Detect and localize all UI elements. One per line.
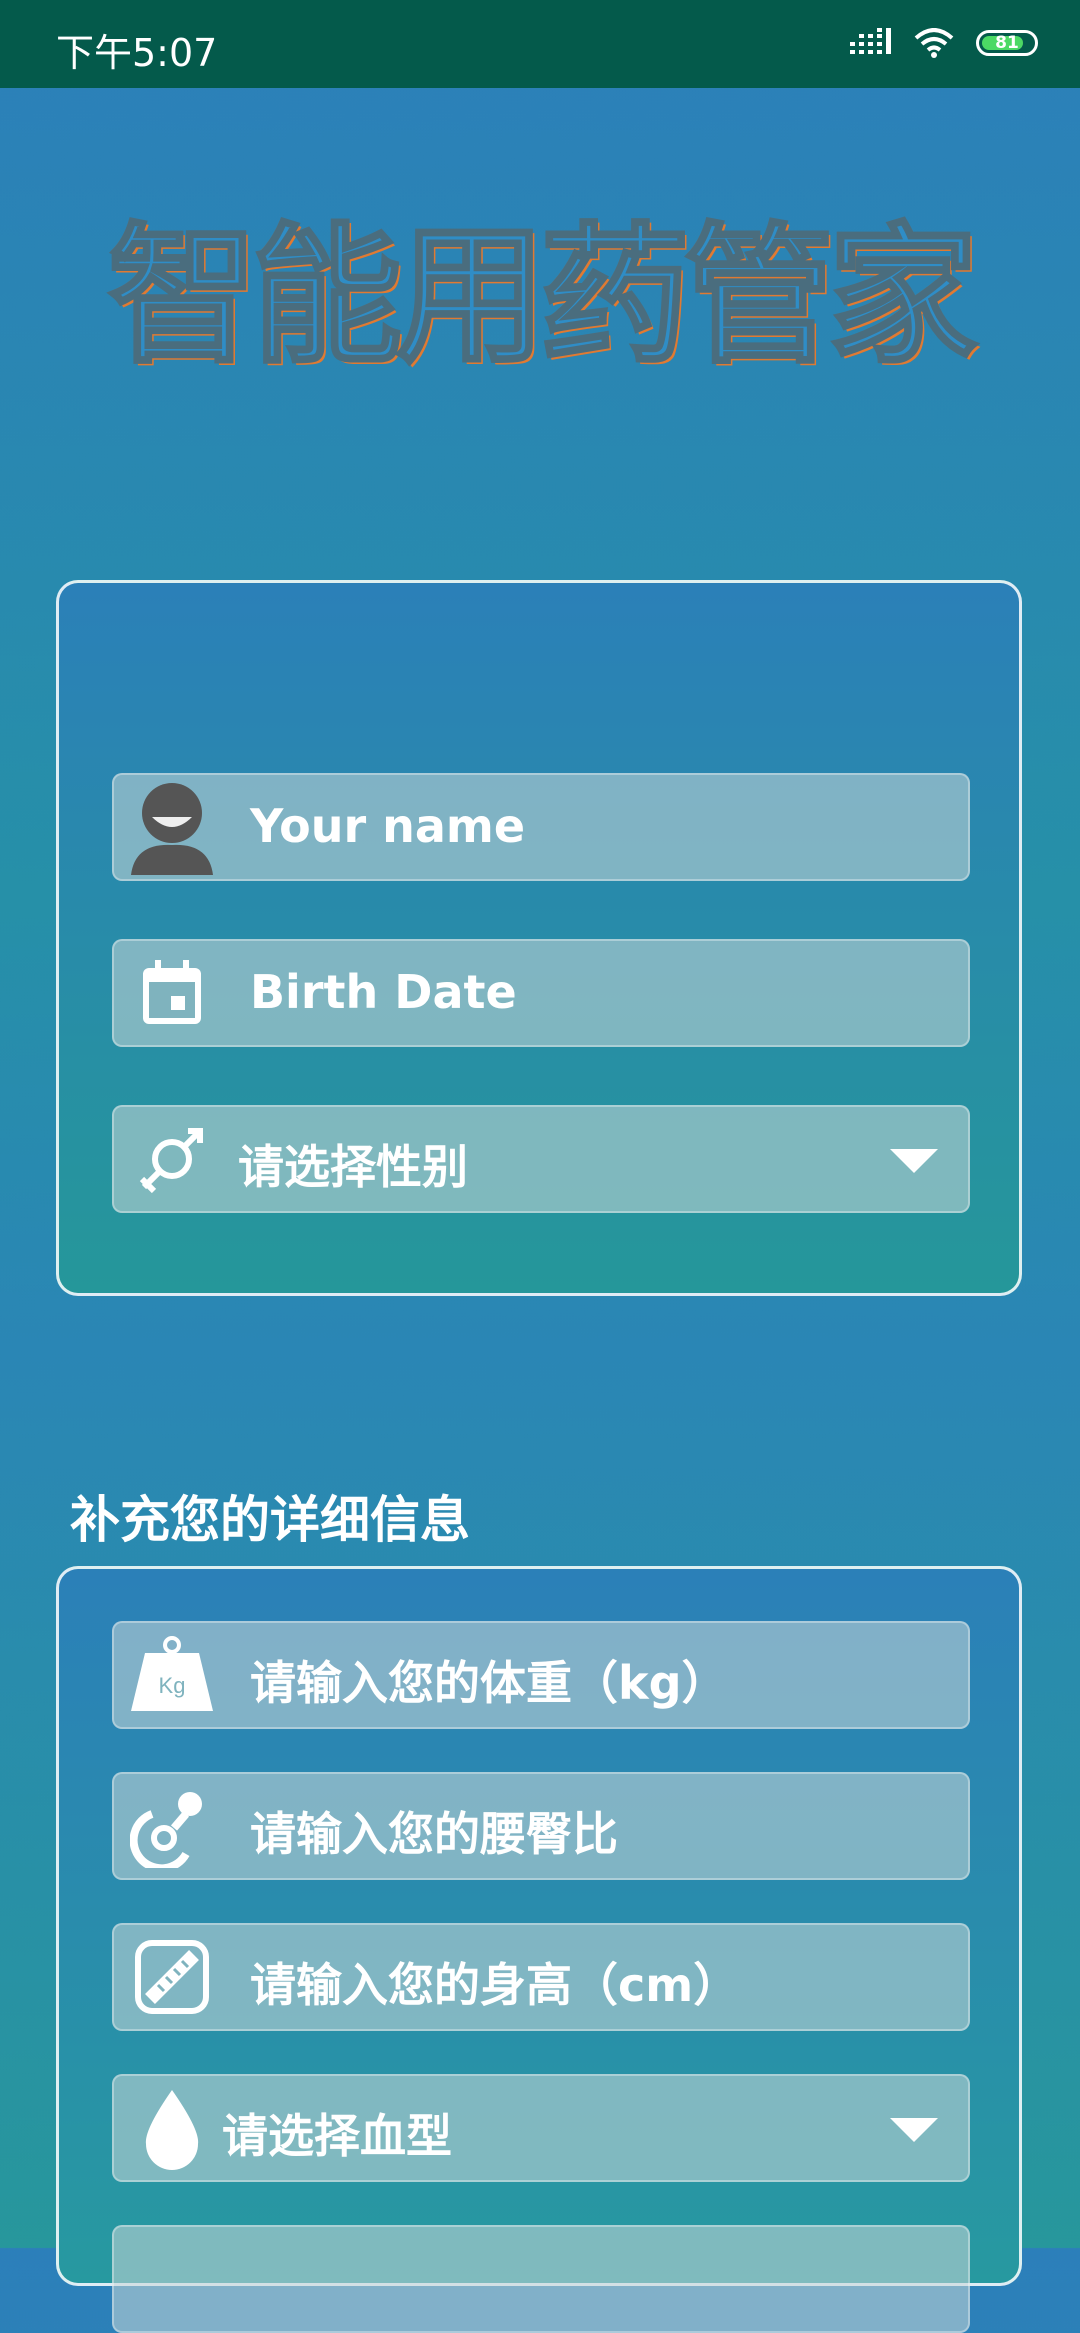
height-field[interactable]: 请输入您的身高（cm） — [112, 1923, 970, 2031]
battery-level: 81 — [995, 33, 1019, 53]
birth-date-input[interactable]: Birth Date — [250, 965, 517, 1019]
height-input[interactable]: 请输入您的身高（cm） — [250, 1949, 739, 2015]
ruler-icon — [124, 1929, 220, 2025]
name-field[interactable]: Your name — [112, 773, 970, 881]
person-icon — [124, 779, 220, 875]
gender-icon — [124, 1111, 220, 1207]
calendar-icon — [124, 945, 220, 1041]
basic-info-card: Your name Birth Date 请选择性别 — [56, 580, 1022, 1296]
pacifier-icon — [124, 1778, 220, 1874]
gender-select[interactable]: 请选择性别 — [112, 1105, 970, 1213]
signal-icon — [850, 28, 891, 54]
svg-text:Kg: Kg — [159, 1673, 186, 1698]
status-icons: 81 — [850, 28, 1038, 58]
wifi-icon — [914, 28, 954, 58]
weight-kg-icon: Kg — [124, 1627, 220, 1723]
waist-hip-field[interactable]: 请输入您的腰臀比 — [112, 1772, 970, 1880]
weight-input[interactable]: 请输入您的体重（kg） — [250, 1647, 728, 1713]
chevron-down-icon — [890, 2118, 938, 2142]
status-bar: 下午5:07 81 — [0, 0, 1080, 88]
details-card: Kg 请输入您的体重（kg） 请输入您的腰臀比 请输入您的身高（cm） 请选择血… — [56, 1566, 1022, 2333]
name-input[interactable]: Your name — [250, 799, 525, 853]
app-title: 智能用药管家 — [106, 209, 979, 386]
details-heading: 补充您的详细信息 — [70, 1491, 470, 1549]
drop-icon — [124, 2080, 220, 2176]
blood-type-select[interactable]: 请选择血型 — [112, 2074, 970, 2182]
blood-type-label: 请选择血型 — [222, 2109, 452, 2163]
additional-field[interactable] — [112, 2225, 970, 2333]
birth-date-field[interactable]: Birth Date — [112, 939, 970, 1047]
waist-hip-input[interactable]: 请输入您的腰臀比 — [250, 1798, 618, 1864]
battery-icon: 81 — [976, 30, 1038, 56]
status-time: 下午5:07 — [56, 31, 218, 75]
chevron-down-icon — [890, 1149, 938, 1173]
gender-select-label: 请选择性别 — [238, 1140, 468, 1194]
weight-field[interactable]: Kg 请输入您的体重（kg） — [112, 1621, 970, 1729]
